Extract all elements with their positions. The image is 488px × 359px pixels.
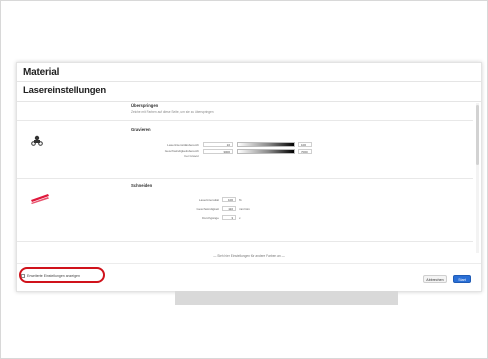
divider: [17, 263, 481, 264]
cut-intensity-label: Laserintensität: [198, 198, 219, 202]
engrave-icon: [31, 133, 43, 151]
cut-material-icon: [31, 191, 49, 209]
engrave-intensity-start-input[interactable]: 10: [203, 142, 233, 147]
cut-passes-input[interactable]: 3: [222, 215, 236, 220]
dialog-title: Material: [23, 67, 60, 78]
scrollbar-thumb[interactable]: [476, 105, 479, 165]
divider: [17, 178, 473, 179]
cut-passes-unit: x: [239, 216, 241, 220]
engrave-intensity-gradient[interactable]: [237, 142, 295, 147]
skip-section-hint: Zeiche mit Farben auf diese Seite, um si…: [131, 110, 214, 114]
start-button[interactable]: Start: [453, 275, 471, 283]
engrave-speed-gradient[interactable]: [237, 149, 295, 154]
material-dialog: Material Lasereinstellungen Überspringen…: [16, 62, 482, 292]
cut-speed-label: Geschwindigkeit: [196, 207, 219, 211]
divider: [17, 120, 473, 121]
screenshot-page: Material Lasereinstellungen Überspringen…: [0, 0, 488, 359]
dialog-titlebar: Material: [17, 63, 481, 82]
cut-passes-label: Durchgänge: [202, 216, 219, 220]
cut-intensity-unit: %: [239, 198, 242, 202]
other-colors-link[interactable]: — Sieh hier Einstellungen für andere Far…: [17, 254, 481, 258]
cut-intensity-input[interactable]: 100: [222, 197, 236, 202]
divider: [17, 101, 481, 102]
cancel-button[interactable]: Abbrechen: [423, 275, 447, 283]
engrave-speed-end-input[interactable]: 7000: [298, 149, 312, 154]
highlight-annotation: [19, 267, 105, 283]
cut-speed-unit: mm/min: [239, 207, 250, 211]
engrave-speed-sublabel: bei Gravur: [184, 154, 199, 158]
engrave-speed-start-input[interactable]: 3000: [203, 149, 233, 154]
engrave-intensity-end-input[interactable]: 100: [298, 142, 312, 147]
dialog-subtitle: Lasereinstellungen: [23, 85, 106, 96]
cut-section-title: Schneiden: [131, 183, 153, 188]
cut-speed-input[interactable]: 110: [222, 206, 236, 211]
background-strip: [175, 291, 398, 305]
skip-section-title: Überspringen: [131, 103, 159, 108]
engrave-intensity-label: Laserintensitätsbereich: [167, 143, 199, 147]
engrave-section-title: Gravieren: [131, 127, 151, 132]
engrave-speed-label: Geschwindigkeitsbereich: [164, 149, 199, 153]
divider: [17, 241, 473, 242]
